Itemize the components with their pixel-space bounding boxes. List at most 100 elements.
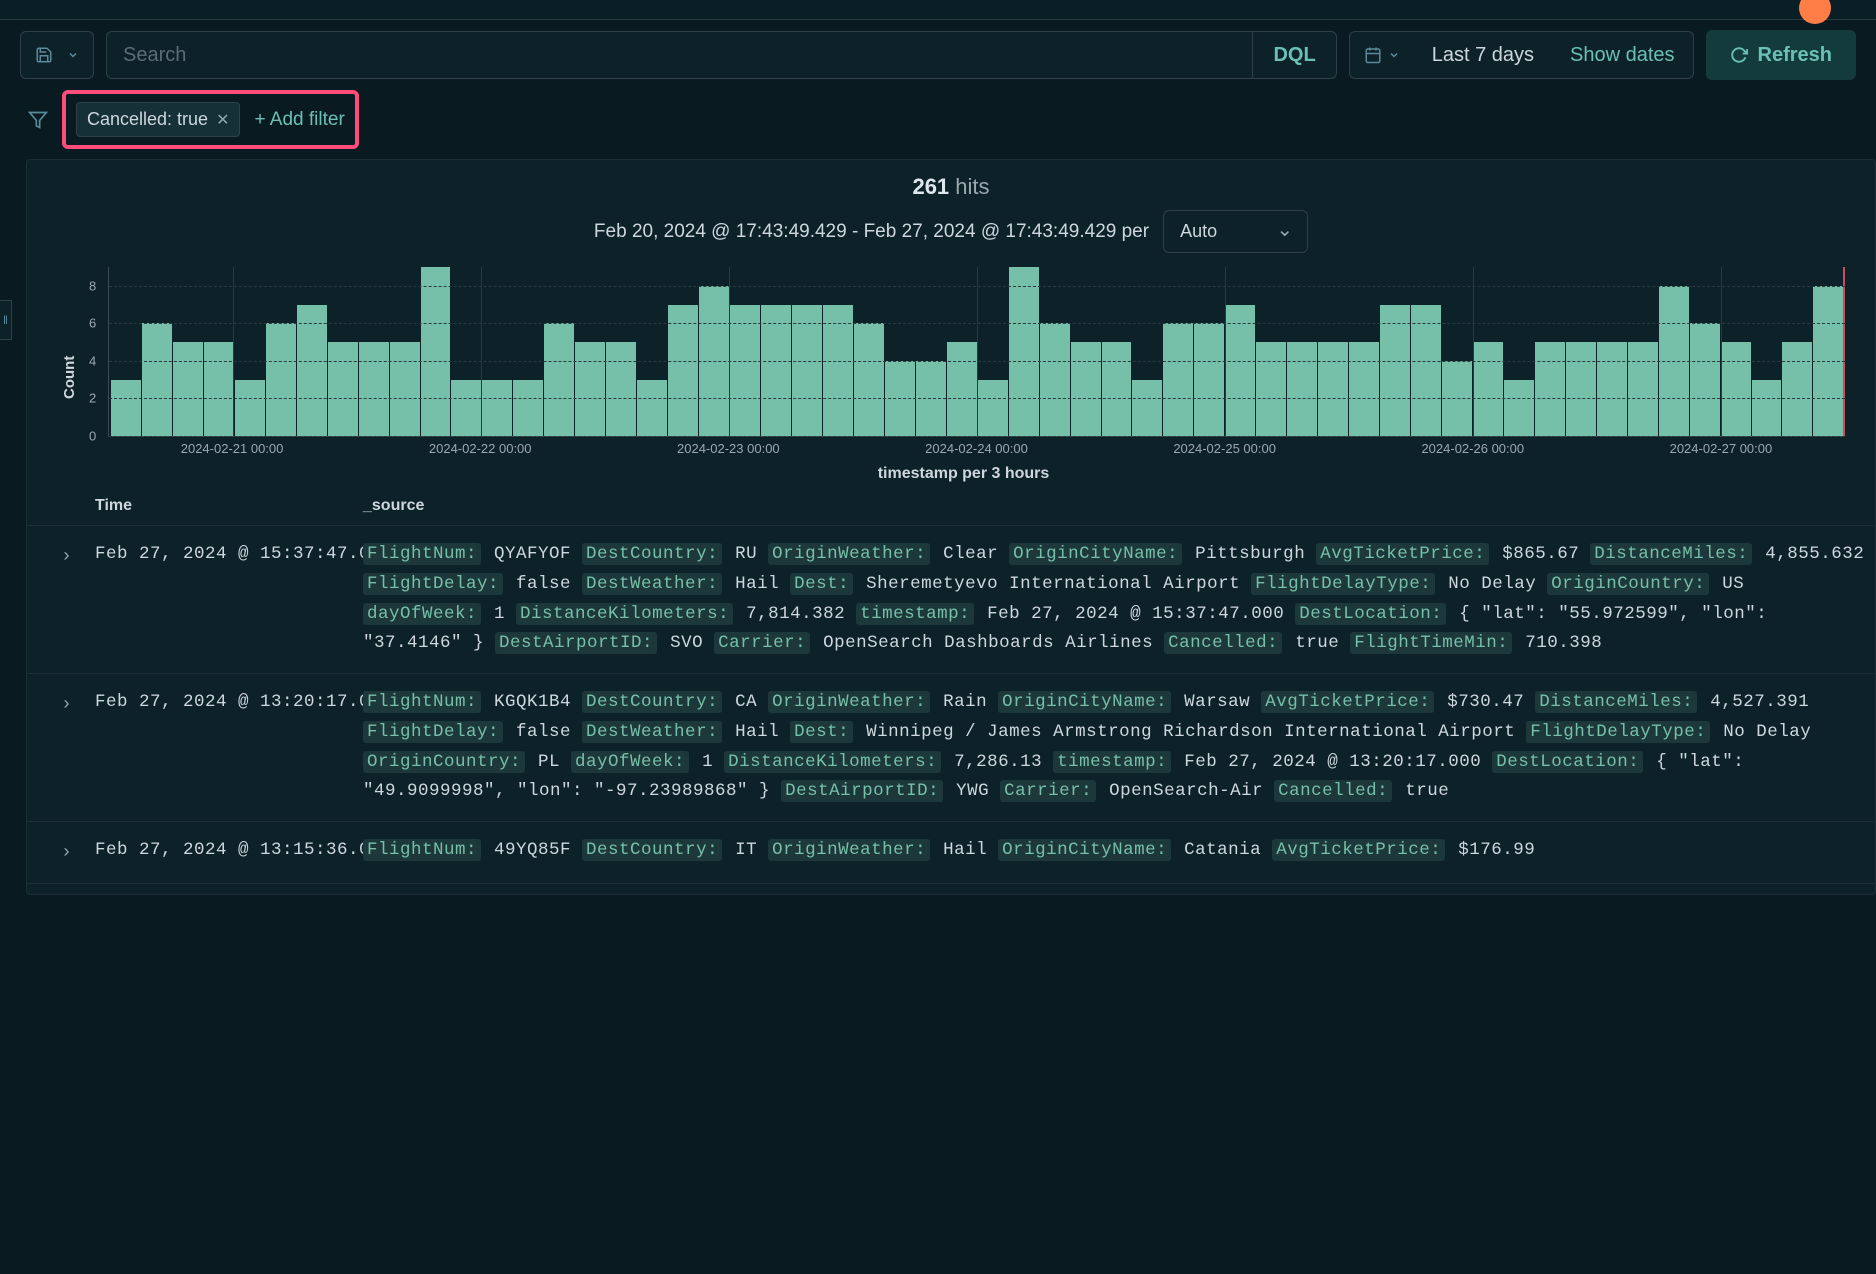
chart-bar[interactable] bbox=[1009, 267, 1039, 436]
chart-bar[interactable] bbox=[1102, 342, 1132, 436]
field-key[interactable]: dayOfWeek: bbox=[571, 751, 689, 773]
chart-bar[interactable] bbox=[1597, 342, 1627, 436]
chart-bar[interactable] bbox=[1287, 342, 1317, 436]
chart-bar[interactable] bbox=[575, 342, 605, 436]
chart-bar[interactable] bbox=[451, 380, 481, 436]
expand-row-icon[interactable]: › bbox=[61, 688, 95, 807]
field-key[interactable]: OriginWeather: bbox=[768, 839, 930, 861]
field-key[interactable]: DistanceKilometers: bbox=[516, 603, 733, 625]
chart-bar[interactable] bbox=[328, 342, 358, 436]
chart-bar[interactable] bbox=[173, 342, 203, 436]
chart-bar[interactable] bbox=[266, 323, 296, 436]
field-key[interactable]: AvgTicketPrice: bbox=[1272, 839, 1445, 861]
chart-bar[interactable] bbox=[359, 342, 389, 436]
chart-bar[interactable] bbox=[1194, 323, 1224, 436]
field-key[interactable]: Carrier: bbox=[714, 632, 810, 654]
chart-bar[interactable] bbox=[1628, 342, 1658, 436]
field-key[interactable]: FlightDelayType: bbox=[1251, 573, 1435, 595]
expand-row-icon[interactable]: › bbox=[61, 540, 95, 659]
chart-bar[interactable] bbox=[1473, 342, 1503, 436]
field-key[interactable]: DestWeather: bbox=[582, 721, 722, 743]
chart-bar[interactable] bbox=[978, 380, 1008, 436]
field-key[interactable]: AvgTicketPrice: bbox=[1261, 691, 1434, 713]
field-key[interactable]: Cancelled: bbox=[1164, 632, 1282, 654]
field-key[interactable]: FlightDelay: bbox=[363, 573, 503, 595]
field-key[interactable]: FlightDelay: bbox=[363, 721, 503, 743]
field-key[interactable]: OriginCountry: bbox=[363, 751, 525, 773]
field-key[interactable]: DistanceMiles: bbox=[1535, 691, 1697, 713]
chart-bar[interactable] bbox=[204, 342, 234, 436]
field-key[interactable]: timestamp: bbox=[856, 603, 974, 625]
dql-toggle[interactable]: DQL bbox=[1252, 32, 1335, 78]
field-key[interactable]: DistanceKilometers: bbox=[724, 751, 941, 773]
filter-pill-cancelled[interactable]: Cancelled: true ✕ bbox=[76, 102, 240, 137]
chart-bar[interactable] bbox=[390, 342, 420, 436]
chart-bar[interactable] bbox=[235, 380, 265, 436]
chart-bar[interactable] bbox=[421, 267, 451, 436]
chart-bar[interactable] bbox=[1256, 342, 1286, 436]
chart-bar[interactable] bbox=[1318, 342, 1348, 436]
chart-bar[interactable] bbox=[482, 380, 512, 436]
chart-bar[interactable] bbox=[1535, 342, 1565, 436]
show-dates-button[interactable]: Show dates bbox=[1552, 44, 1693, 67]
chart-bar[interactable] bbox=[854, 323, 884, 436]
chart-bar[interactable] bbox=[1782, 342, 1812, 436]
chart-bar[interactable] bbox=[1504, 380, 1534, 436]
field-key[interactable]: AvgTicketPrice: bbox=[1316, 543, 1489, 565]
chart-plot[interactable]: 02468 bbox=[108, 267, 1845, 437]
chart-bar[interactable] bbox=[1566, 342, 1596, 436]
field-key[interactable]: OriginCityName: bbox=[1009, 543, 1182, 565]
field-key[interactable]: DestAirportID: bbox=[781, 780, 943, 802]
chart-bar[interactable] bbox=[1721, 342, 1751, 436]
field-key[interactable]: FlightNum: bbox=[363, 543, 481, 565]
chart-bar[interactable] bbox=[1349, 342, 1379, 436]
field-key[interactable]: FlightNum: bbox=[363, 839, 481, 861]
chart-bar[interactable] bbox=[1163, 323, 1193, 436]
field-key[interactable]: Cancelled: bbox=[1274, 780, 1392, 802]
field-key[interactable]: OriginCountry: bbox=[1547, 573, 1709, 595]
field-key[interactable]: DestLocation: bbox=[1492, 751, 1643, 773]
col-header-time[interactable]: Time bbox=[95, 497, 363, 515]
field-key[interactable]: FlightDelayType: bbox=[1526, 721, 1710, 743]
field-key[interactable]: DistanceMiles: bbox=[1590, 543, 1752, 565]
chart-bar[interactable] bbox=[1132, 380, 1162, 436]
field-key[interactable]: Dest: bbox=[790, 573, 853, 595]
chart-bar[interactable] bbox=[544, 323, 574, 436]
field-key[interactable]: OriginWeather: bbox=[768, 691, 930, 713]
saved-query-menu[interactable] bbox=[20, 31, 94, 79]
chart-bar[interactable] bbox=[513, 380, 543, 436]
chart-bar[interactable] bbox=[1690, 323, 1720, 436]
chart-bar[interactable] bbox=[1752, 380, 1782, 436]
date-picker[interactable]: Last 7 days Show dates bbox=[1349, 31, 1694, 79]
expand-row-icon[interactable]: › bbox=[61, 836, 95, 869]
chart-bar[interactable] bbox=[142, 323, 172, 436]
chart-bar[interactable] bbox=[637, 380, 667, 436]
chart-bar[interactable] bbox=[606, 342, 636, 436]
field-key[interactable]: OriginCityName: bbox=[998, 839, 1171, 861]
field-key[interactable]: Carrier: bbox=[1000, 780, 1096, 802]
field-key[interactable]: DestWeather: bbox=[582, 573, 722, 595]
sidebar-collapse-handle[interactable]: ‖ bbox=[0, 300, 12, 340]
field-key[interactable]: OriginCityName: bbox=[998, 691, 1171, 713]
field-key[interactable]: FlightNum: bbox=[363, 691, 481, 713]
field-key[interactable]: DestCountry: bbox=[582, 543, 722, 565]
chart-bar[interactable] bbox=[1040, 323, 1070, 436]
field-key[interactable]: DestLocation: bbox=[1295, 603, 1446, 625]
chart-bar[interactable] bbox=[1071, 342, 1101, 436]
chart-bar[interactable] bbox=[947, 342, 977, 436]
field-key[interactable]: DestCountry: bbox=[582, 691, 722, 713]
field-key[interactable]: DestAirportID: bbox=[495, 632, 657, 654]
filter-toggle-icon[interactable] bbox=[24, 106, 52, 134]
search-input[interactable] bbox=[107, 32, 1252, 78]
col-header-source[interactable]: _source bbox=[363, 497, 1875, 515]
field-key[interactable]: timestamp: bbox=[1053, 751, 1171, 773]
add-filter-button[interactable]: + Add filter bbox=[254, 109, 344, 131]
interval-select[interactable]: Auto bbox=[1163, 210, 1308, 253]
field-key[interactable]: FlightTimeMin: bbox=[1350, 632, 1512, 654]
field-key[interactable]: OriginWeather: bbox=[768, 543, 930, 565]
chart-bar[interactable] bbox=[111, 380, 141, 436]
refresh-button[interactable]: Refresh bbox=[1706, 30, 1856, 80]
field-key[interactable]: Dest: bbox=[790, 721, 853, 743]
field-key[interactable]: DestCountry: bbox=[582, 839, 722, 861]
field-key[interactable]: dayOfWeek: bbox=[363, 603, 481, 625]
